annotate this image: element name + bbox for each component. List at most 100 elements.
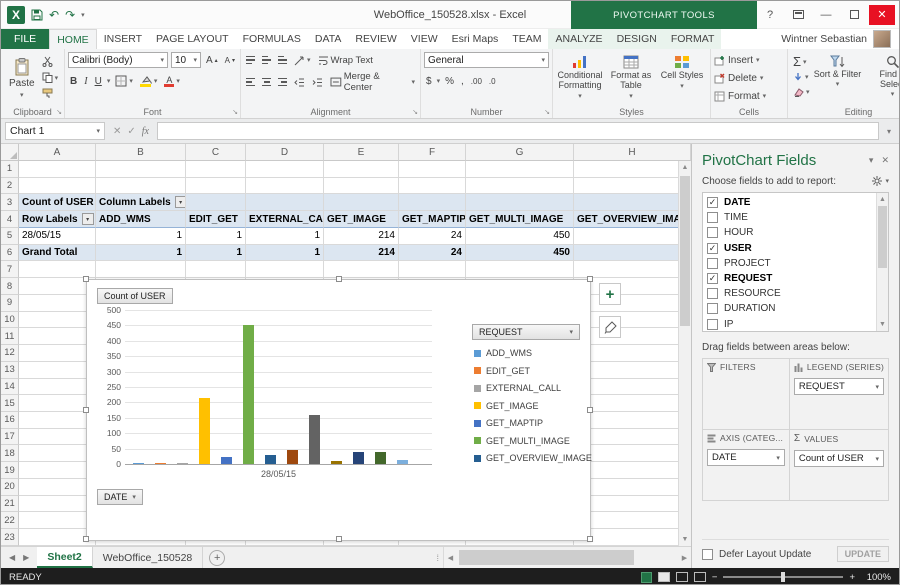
normal-view-icon[interactable] [658, 572, 670, 582]
cell-G5[interactable]: 450 [466, 228, 574, 245]
tab-format[interactable]: FORMAT [664, 29, 722, 49]
row-header-1[interactable]: 1 [1, 161, 19, 178]
tab-insert[interactable]: INSERT [97, 29, 149, 49]
chart-bar-series-8[interactable] [287, 450, 298, 464]
row-header-13[interactable]: 13 [1, 362, 19, 379]
legend-series-area[interactable]: LEGEND (SERIES) REQUEST▾ [790, 359, 888, 429]
row-header-6[interactable]: 6 [1, 245, 19, 262]
row-header-3[interactable]: 3 [1, 194, 19, 211]
cell-H22[interactable] [574, 512, 691, 529]
fields-scrollbar[interactable]: ▲ ▼ [876, 193, 888, 331]
legend-item-add_wms[interactable]: ADD_WMS [474, 346, 532, 360]
select-all-corner[interactable] [1, 144, 19, 161]
paste-button[interactable]: Paste ▾ [4, 52, 40, 104]
field-duration[interactable]: DURATION [707, 301, 874, 316]
column-header-B[interactable]: B [96, 144, 186, 161]
alignment-dialog-launcher-icon[interactable]: ↘ [412, 108, 418, 116]
cell-E1[interactable] [324, 161, 399, 178]
legend-area-item[interactable]: REQUEST▾ [794, 378, 884, 395]
cell-H14[interactable] [574, 379, 691, 396]
cell-H12[interactable] [574, 345, 691, 362]
cell-A14[interactable] [19, 379, 96, 396]
clipboard-dialog-launcher-icon[interactable]: ↘ [56, 108, 62, 116]
cell-B7[interactable] [96, 261, 186, 278]
field-ip[interactable]: IP [707, 317, 874, 332]
close-icon[interactable]: ✕ [869, 5, 895, 25]
sheet-nav-left-icon[interactable]: ◀ [9, 553, 15, 562]
row-header-8[interactable]: 8 [1, 278, 19, 295]
cell-G2[interactable] [466, 178, 574, 195]
align-left-icon[interactable] [244, 74, 257, 90]
fields-scroll-down-icon[interactable]: ▼ [877, 318, 888, 331]
fields-scroll-up-icon[interactable]: ▲ [877, 193, 888, 206]
cell-A12[interactable] [19, 345, 96, 362]
cell-B4[interactable]: ADD_WMS [96, 211, 186, 228]
accounting-dropdown-icon[interactable]: ▾ [437, 77, 441, 85]
clear-button[interactable]: ▾ [793, 85, 810, 98]
cell-C7[interactable] [186, 261, 246, 278]
tab-file[interactable]: FILE [1, 29, 49, 49]
field-checkbox-request[interactable]: ✓ [707, 273, 718, 284]
scroll-down-icon[interactable]: ▼ [679, 533, 691, 546]
cell-A19[interactable] [19, 462, 96, 479]
chart-bar-series-11[interactable] [353, 452, 364, 464]
filters-area[interactable]: FILTERS [703, 359, 789, 429]
scroll-left-icon[interactable]: ◀ [444, 554, 457, 562]
accounting-format-button[interactable]: $ [424, 73, 434, 89]
pane-close-icon[interactable]: ✕ [881, 155, 889, 166]
help-button[interactable]: ? [757, 5, 783, 25]
save-icon[interactable] [31, 9, 43, 21]
tab-view[interactable]: VIEW [404, 29, 445, 49]
tab-analyze[interactable]: ANALYZE [548, 29, 609, 49]
cell-H11[interactable] [574, 328, 691, 345]
undo-icon[interactable]: ↶ [49, 8, 59, 22]
tab-page-layout[interactable]: PAGE LAYOUT [149, 29, 236, 49]
ribbon-display-options-icon[interactable] [785, 5, 811, 25]
axis-categories-area[interactable]: AXIS (CATEG... DATE▾ [703, 430, 789, 500]
autosum-button[interactable]: Σ▾ [793, 55, 810, 68]
page-break-view-icon[interactable] [694, 572, 706, 582]
cell-A20[interactable] [19, 479, 96, 496]
chart-elements-plus-icon[interactable]: + [599, 283, 621, 305]
increase-indent-icon[interactable] [310, 74, 325, 90]
row-header-9[interactable]: 9 [1, 295, 19, 312]
tab-esri-maps[interactable]: Esri Maps [445, 29, 506, 49]
cell-D1[interactable] [246, 161, 324, 178]
chart-bar-get_maptip[interactable] [221, 457, 232, 464]
cell-H9[interactable] [574, 295, 691, 312]
defer-layout-checkbox[interactable] [702, 549, 713, 560]
chart-axis-field-button[interactable]: DATE▾ [97, 489, 143, 505]
cell-H10[interactable] [574, 312, 691, 329]
minimize-icon[interactable]: — [813, 5, 839, 25]
filter-dropdown-icon[interactable]: ▾ [82, 213, 94, 225]
paste-dropdown-icon[interactable]: ▾ [20, 91, 24, 99]
cell-C5[interactable]: 1 [186, 228, 246, 245]
cell-C4[interactable]: EDIT_GET [186, 211, 246, 228]
cell-D4[interactable]: EXTERNAL_CALL [246, 211, 324, 228]
zoom-slider-thumb[interactable] [781, 572, 785, 582]
row-header-20[interactable]: 20 [1, 479, 19, 496]
chart-handle[interactable] [587, 536, 593, 542]
field-checkbox-hour[interactable] [707, 227, 718, 238]
cell-A1[interactable] [19, 161, 96, 178]
tab-split-handle[interactable]: ⁞ [432, 547, 443, 568]
format-painter-button[interactable] [42, 87, 59, 100]
comma-style-button[interactable]: , [459, 73, 466, 89]
cell-F3[interactable] [399, 194, 466, 211]
cell-H21[interactable] [574, 496, 691, 513]
redo-icon[interactable]: ↷ [65, 8, 75, 22]
chart-style-brush-icon[interactable] [599, 316, 621, 338]
cell-A4[interactable]: Row Labels▾ [19, 211, 96, 228]
tab-home[interactable]: HOME [49, 29, 97, 49]
field-checkbox-user[interactable]: ✓ [707, 243, 718, 254]
cell-H5[interactable] [574, 228, 691, 245]
cell-H16[interactable] [574, 412, 691, 429]
cell-E5[interactable]: 214 [324, 228, 399, 245]
field-checkbox-ip[interactable] [707, 319, 718, 330]
enter-icon[interactable]: ✓ [127, 126, 135, 137]
increase-font-icon[interactable]: A▴ [204, 52, 220, 68]
chart-bar-external_call[interactable] [177, 463, 188, 464]
middle-align-icon[interactable] [260, 52, 273, 68]
cell-B5[interactable]: 1 [96, 228, 186, 245]
fields-scroll-thumb[interactable] [878, 206, 887, 268]
